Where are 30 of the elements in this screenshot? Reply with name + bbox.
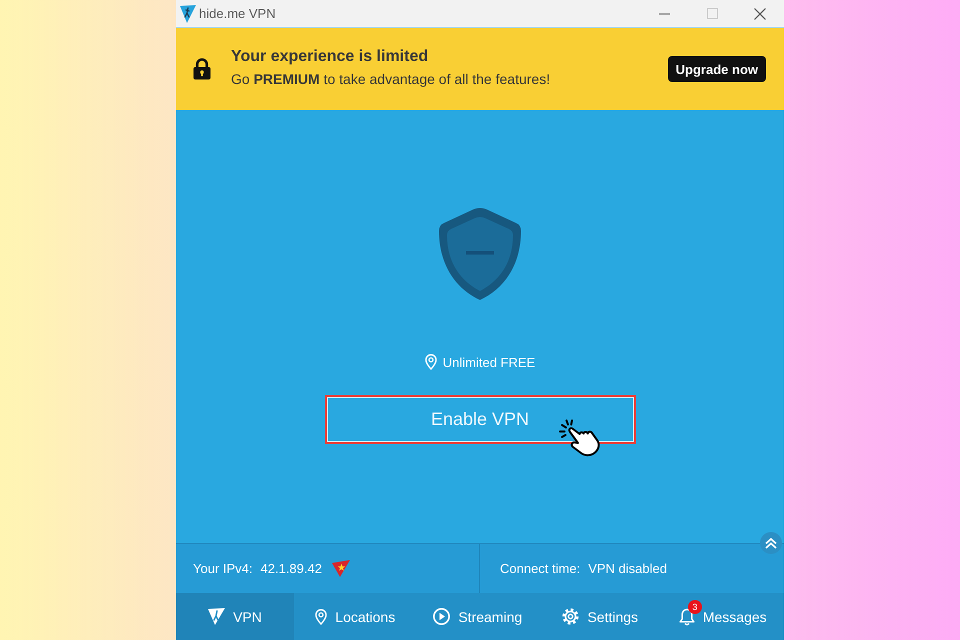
lock-icon [193,58,211,80]
maximize-icon [706,8,718,19]
connect-time-label: Connect time: [500,561,580,576]
location-pin-icon [424,354,437,370]
location-label: Unlimited FREE [442,354,536,370]
ip-label: Your IPv4: [193,561,253,576]
close-icon [754,8,766,20]
flag-icon [332,560,350,577]
location-pin-icon [315,608,328,624]
collapse-button[interactable] [760,532,782,554]
nav-tab[interactable]: Settings [539,593,662,640]
logo-icon [180,4,196,22]
upgrade-button[interactable]: Upgrade now [668,56,766,82]
nav-tab[interactable]: Streaming [416,593,539,640]
notification-badge: 3 [688,600,702,614]
play-icon [433,608,450,625]
minimize-icon [658,12,670,14]
settings-icon [562,608,580,625]
enable-vpn-button[interactable]: Enable VPN [326,397,634,442]
window-title: hide.me VPN [199,6,276,21]
ip-address: 42.1.89.42 [260,561,322,576]
connect-time-value: VPN disabled [588,561,667,576]
nav-tab[interactable]: Locations [294,593,416,640]
hand-pointer-icon [558,419,602,457]
banner-message: Go PREMIUM to take advantage of all the features! [231,71,550,87]
double-chevron-up-icon [765,538,777,548]
nav-tab[interactable]: VPN [176,593,294,640]
banner-title: Your experience is limited [231,48,430,66]
nav-tab[interactable]: 3 Messages [662,593,784,640]
logo-icon [208,608,226,625]
